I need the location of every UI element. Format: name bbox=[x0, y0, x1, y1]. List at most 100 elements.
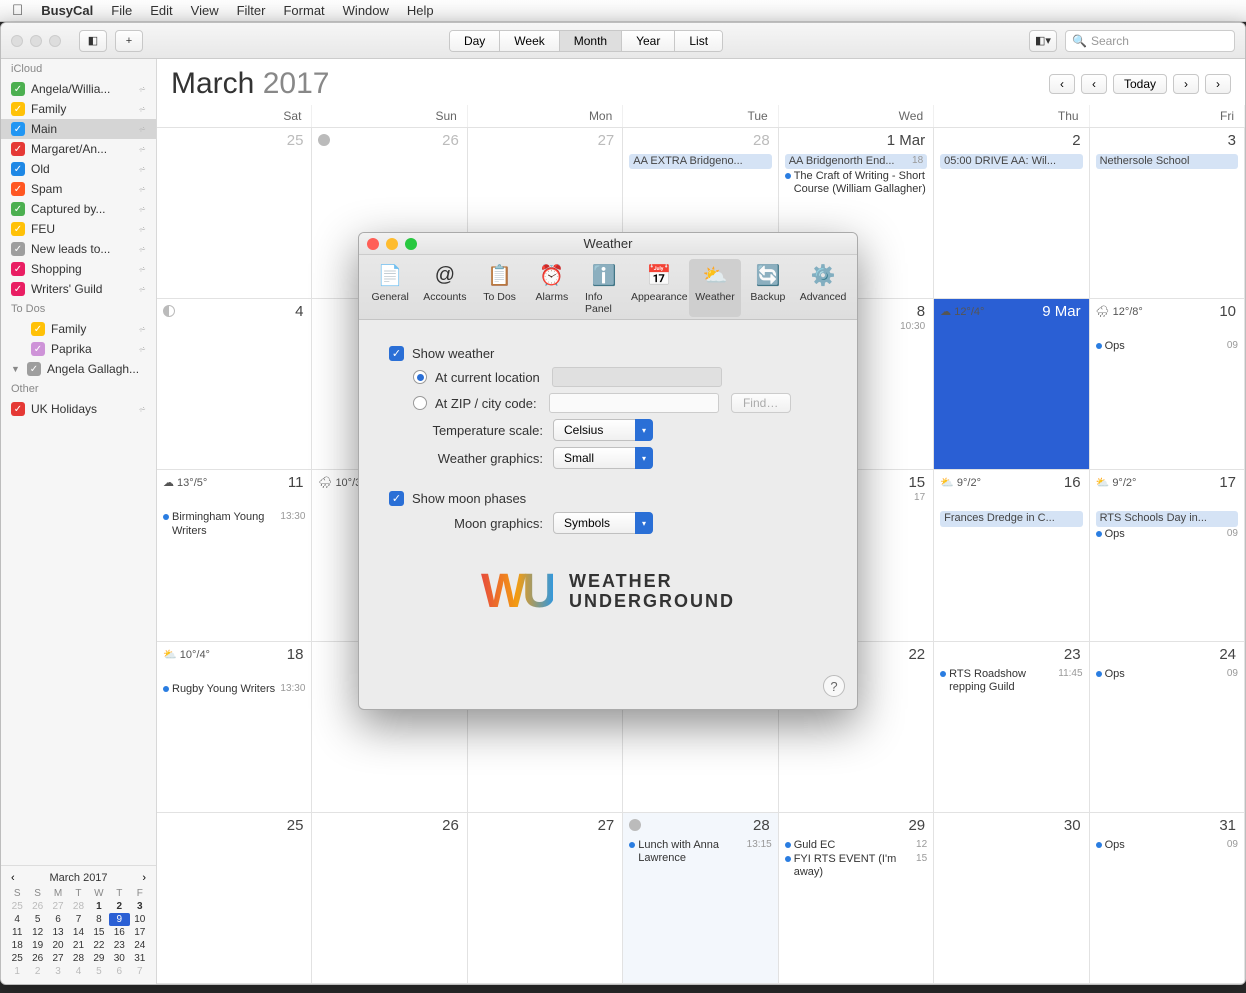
minical-day[interactable]: 3 bbox=[48, 965, 68, 978]
event-item[interactable]: Lunch with Anna Lawrence13:15 bbox=[629, 839, 771, 865]
minical-day[interactable]: 8 bbox=[89, 913, 109, 926]
minimize-icon[interactable] bbox=[30, 35, 42, 47]
minical-day[interactable]: 26 bbox=[27, 900, 47, 913]
minical-day[interactable]: 3 bbox=[130, 900, 150, 913]
zoom-icon[interactable] bbox=[405, 238, 417, 250]
minical-day[interactable]: 27 bbox=[48, 900, 68, 913]
event-pill[interactable]: Nethersole School bbox=[1096, 154, 1238, 169]
zip-input[interactable] bbox=[549, 393, 719, 413]
minical-day[interactable]: 29 bbox=[89, 952, 109, 965]
minical-next-button[interactable]: › bbox=[138, 872, 150, 884]
prefs-tab-to-dos[interactable]: 📋To Dos bbox=[474, 259, 524, 317]
find-button[interactable]: Find… bbox=[731, 393, 791, 413]
minical-day[interactable]: 28 bbox=[68, 900, 88, 913]
show-weather-checkbox[interactable]: ✓ bbox=[389, 346, 404, 361]
panel-toggle-button[interactable]: ◧▾ bbox=[1029, 30, 1057, 52]
event-pill[interactable]: AA EXTRA Bridgeno... bbox=[629, 154, 771, 169]
close-icon[interactable] bbox=[367, 238, 379, 250]
show-moon-checkbox[interactable]: ✓ bbox=[389, 491, 404, 506]
minical-day[interactable]: 16 bbox=[109, 926, 129, 939]
minical-day[interactable]: 31 bbox=[130, 952, 150, 965]
calendar-cell[interactable]: ⛅ 9°/2°17RTS Schools Day in...Ops09 bbox=[1090, 470, 1245, 641]
minical-day[interactable]: 6 bbox=[48, 913, 68, 926]
calendar-cell[interactable]: 3Nethersole School bbox=[1090, 128, 1245, 299]
prefs-tab-alarms[interactable]: ⏰Alarms bbox=[527, 259, 577, 317]
view-list[interactable]: List bbox=[675, 31, 722, 51]
close-icon[interactable] bbox=[11, 35, 23, 47]
sidebar-item[interactable]: ✓Angela/Willia...⩫ bbox=[1, 79, 156, 99]
sidebar-item[interactable]: ✓Captured by...⩫ bbox=[1, 199, 156, 219]
minical-day[interactable]: 2 bbox=[27, 965, 47, 978]
event-item[interactable]: RTS Roadshow repping Guild11:45 bbox=[940, 668, 1082, 694]
minical-day[interactable]: 4 bbox=[68, 965, 88, 978]
weather-graphics-select[interactable]: Small bbox=[553, 447, 653, 469]
nav-prev-fast-button[interactable]: ‹ bbox=[1049, 74, 1075, 94]
minical-day[interactable]: 25 bbox=[7, 952, 27, 965]
nav-next-fast-button[interactable]: › bbox=[1205, 74, 1231, 94]
today-button[interactable]: Today bbox=[1113, 74, 1167, 94]
minical-day[interactable]: 7 bbox=[130, 965, 150, 978]
menu-edit[interactable]: Edit bbox=[150, 3, 172, 18]
sidebar-item[interactable]: ✓UK Holidays⩫ bbox=[1, 399, 156, 419]
event-pill[interactable]: Frances Dredge in C... bbox=[940, 511, 1082, 526]
app-menu[interactable]: BusyCal bbox=[41, 3, 93, 18]
sidebar-item[interactable]: ✓Paprika⩫ bbox=[1, 339, 156, 359]
menu-format[interactable]: Format bbox=[283, 3, 324, 18]
calendar-cell[interactable]: 28Lunch with Anna Lawrence13:15 bbox=[623, 813, 778, 984]
calendar-cell[interactable]: 4 bbox=[157, 299, 312, 470]
event-item[interactable]: Rugby Young Writers13:30 bbox=[163, 683, 305, 696]
minical-day[interactable]: 24 bbox=[130, 939, 150, 952]
minical-day[interactable]: 11 bbox=[7, 926, 27, 939]
minical-day[interactable]: 19 bbox=[27, 939, 47, 952]
calendar-cell[interactable]: ⛅ 9°/2°16Frances Dredge in C... bbox=[934, 470, 1089, 641]
calendar-cell[interactable]: ⛅ 10°/4°18Rugby Young Writers13:30 bbox=[157, 642, 312, 813]
event-pill[interactable]: 05:00 DRIVE AA: Wil... bbox=[940, 154, 1082, 169]
window-traffic-lights[interactable] bbox=[11, 35, 61, 47]
nav-next-button[interactable]: › bbox=[1173, 74, 1199, 94]
view-segmented-control[interactable]: Day Week Month Year List bbox=[449, 30, 723, 52]
minical-day[interactable]: 27 bbox=[48, 952, 68, 965]
calendar-cell[interactable]: 27 bbox=[468, 813, 623, 984]
calendar-cell[interactable]: 23RTS Roadshow repping Guild11:45 bbox=[934, 642, 1089, 813]
minical-day[interactable]: 26 bbox=[27, 952, 47, 965]
event-item[interactable]: The Craft of Writing - Short Course (Wil… bbox=[785, 170, 927, 196]
search-input[interactable]: 🔍 Search bbox=[1065, 30, 1235, 52]
minical-day[interactable]: 5 bbox=[89, 965, 109, 978]
minical-day[interactable]: 5 bbox=[27, 913, 47, 926]
event-item[interactable]: FYI RTS EVENT (I'm away)15 bbox=[785, 853, 927, 879]
minical-day[interactable]: 1 bbox=[89, 900, 109, 913]
sidebar-item[interactable]: ✓Margaret/An...⩫ bbox=[1, 139, 156, 159]
minical-day[interactable]: 4 bbox=[7, 913, 27, 926]
temp-scale-select[interactable]: Celsius bbox=[553, 419, 653, 441]
location-zip-radio[interactable] bbox=[413, 396, 427, 410]
minical-day[interactable]: 18 bbox=[7, 939, 27, 952]
menu-window[interactable]: Window bbox=[343, 3, 389, 18]
minical-day[interactable]: 2 bbox=[109, 900, 129, 913]
event-item[interactable]: Birmingham Young Writers13:30 bbox=[163, 511, 305, 537]
minical-day[interactable]: 17 bbox=[130, 926, 150, 939]
event-item[interactable]: Ops09 bbox=[1096, 668, 1238, 681]
apple-menu-icon[interactable]:  bbox=[12, 2, 23, 19]
nav-prev-button[interactable]: ‹ bbox=[1081, 74, 1107, 94]
sidebar-item[interactable]: ✓Shopping⩫ bbox=[1, 259, 156, 279]
prefs-tab-accounts[interactable]: @Accounts bbox=[417, 259, 472, 317]
view-year[interactable]: Year bbox=[622, 31, 675, 51]
prefs-tab-backup[interactable]: 🔄Backup bbox=[743, 259, 793, 317]
menu-file[interactable]: File bbox=[111, 3, 132, 18]
sidebar-item[interactable]: ✓Writers' Guild⩫ bbox=[1, 279, 156, 299]
sidebar-item[interactable]: ✓Spam⩫ bbox=[1, 179, 156, 199]
event-item[interactable]: Ops09 bbox=[1096, 839, 1238, 852]
minical-day[interactable]: 20 bbox=[48, 939, 68, 952]
minical-day[interactable]: 30 bbox=[109, 952, 129, 965]
sidebar-item[interactable]: ✓Family⩫ bbox=[1, 319, 156, 339]
calendar-cell[interactable]: 25 bbox=[157, 128, 312, 299]
minimize-icon[interactable] bbox=[386, 238, 398, 250]
prefs-tab-weather[interactable]: ⛅Weather bbox=[689, 259, 741, 317]
calendar-cell[interactable]: 24Ops09 bbox=[1090, 642, 1245, 813]
minical-day[interactable]: 6 bbox=[109, 965, 129, 978]
calendar-cell[interactable]: 205:00 DRIVE AA: Wil... bbox=[934, 128, 1089, 299]
calendar-cell[interactable]: 25 bbox=[157, 813, 312, 984]
sidebar-item[interactable]: ✓FEU⩫ bbox=[1, 219, 156, 239]
minical-day[interactable]: 22 bbox=[89, 939, 109, 952]
minical-day[interactable]: 21 bbox=[68, 939, 88, 952]
